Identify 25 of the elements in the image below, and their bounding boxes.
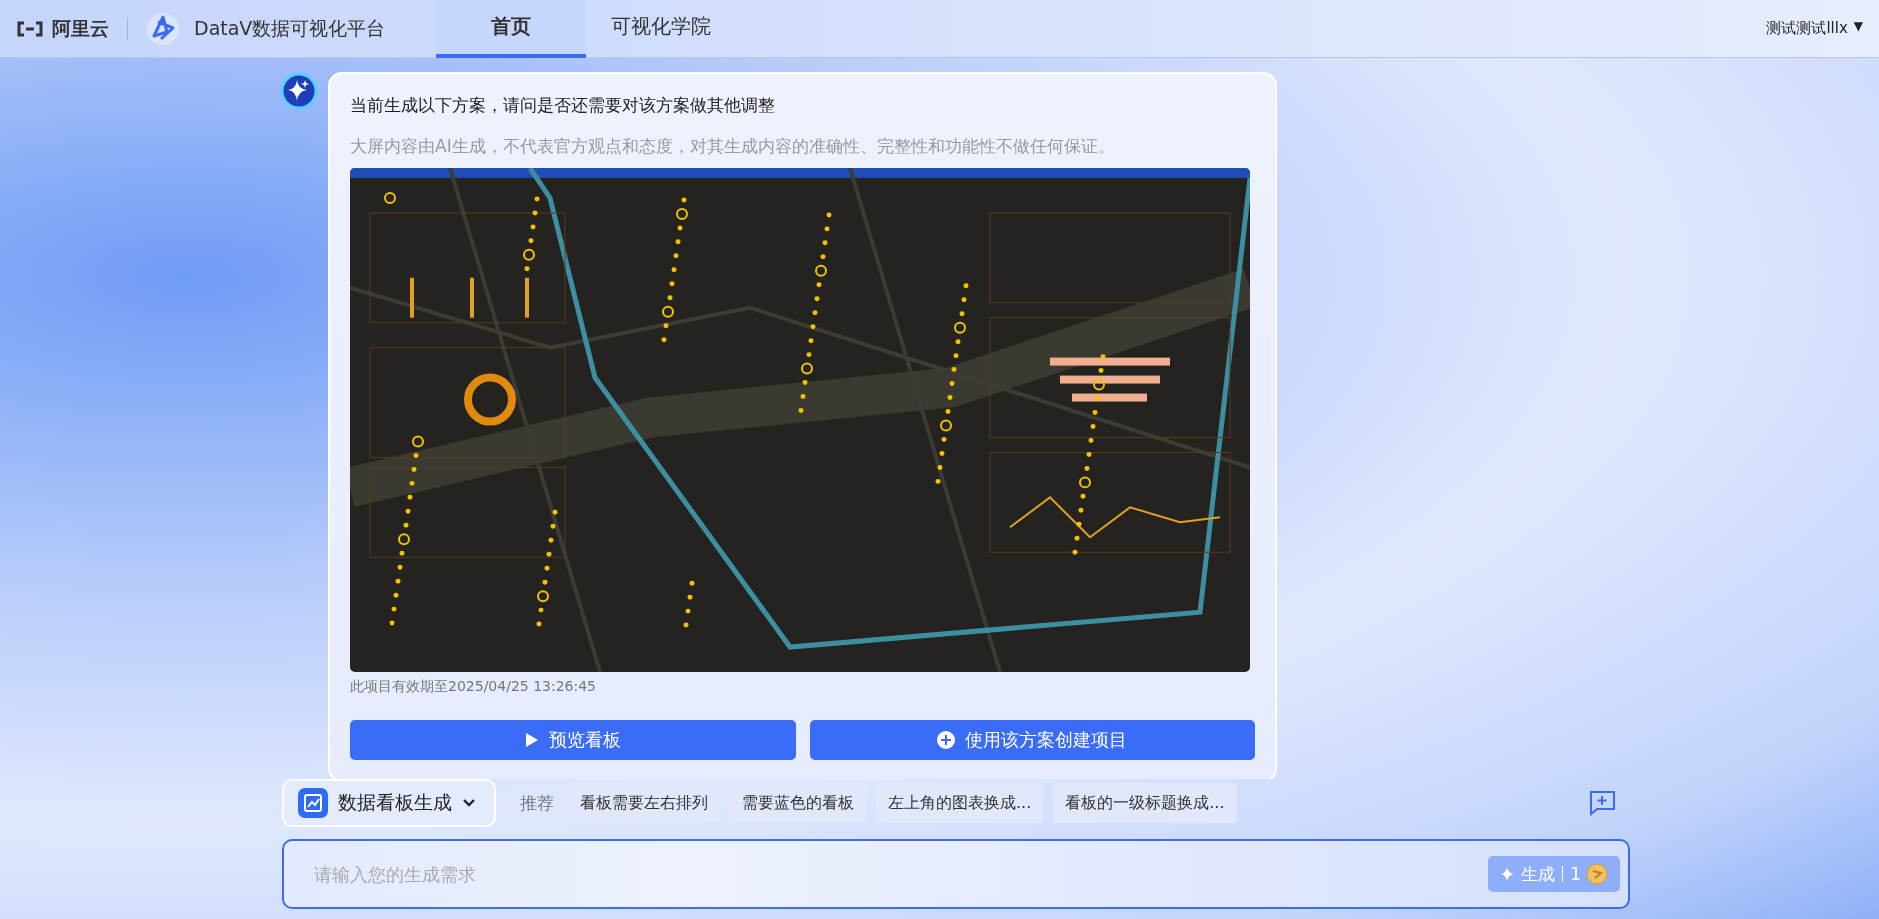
suggestion-chip[interactable]: 左上角的图表换成... [876, 783, 1044, 823]
question-text: 当前生成以下方案，请问是否还需要对该方案做其他调整 [350, 94, 776, 117]
chart-app-icon [298, 788, 328, 818]
product-name: DataV数据可视化平台 [194, 15, 386, 41]
coin-icon [1586, 863, 1608, 885]
logo-text: 阿里云 [52, 15, 109, 41]
play-icon [524, 732, 539, 748]
sparkle-avatar-icon [280, 72, 318, 110]
disclaimer-text: 大屏内容由AI生成，不代表官方观点和态度，对其生成内容的准确性、完整性和功能性不做任何保证。 [350, 135, 1116, 158]
chevron-down-icon [462, 798, 476, 808]
user-name[interactable]: 测试测试lllx [1766, 19, 1848, 38]
caret-icon[interactable]: ▼ [1853, 19, 1863, 38]
suggestions-label: 推荐 [520, 791, 554, 815]
expiry-text: 此项目有效期至2025/04/25 13:26:45 [350, 678, 598, 696]
nav-tab[interactable]: 首页 [436, 0, 586, 58]
nav-tab[interactable]: 可视化学院 [586, 0, 736, 58]
suggestion-chip[interactable]: 需要蓝色的看板 [730, 783, 866, 823]
create-project-button[interactable]: 使用该方案创建项目 [809, 720, 1255, 760]
plus-circle-icon [937, 731, 956, 749]
suggestion-chip[interactable]: 看板需要左右排列 [568, 783, 720, 823]
bracket-logo-icon [16, 20, 44, 37]
add-chat-icon[interactable] [1588, 790, 1616, 816]
preview-button[interactable]: 预览看板 [350, 720, 796, 760]
suggestion-chip[interactable]: 看板的一级标题换成... [1053, 783, 1237, 823]
mode-dropdown[interactable]: 数据看板生成 [282, 779, 496, 827]
